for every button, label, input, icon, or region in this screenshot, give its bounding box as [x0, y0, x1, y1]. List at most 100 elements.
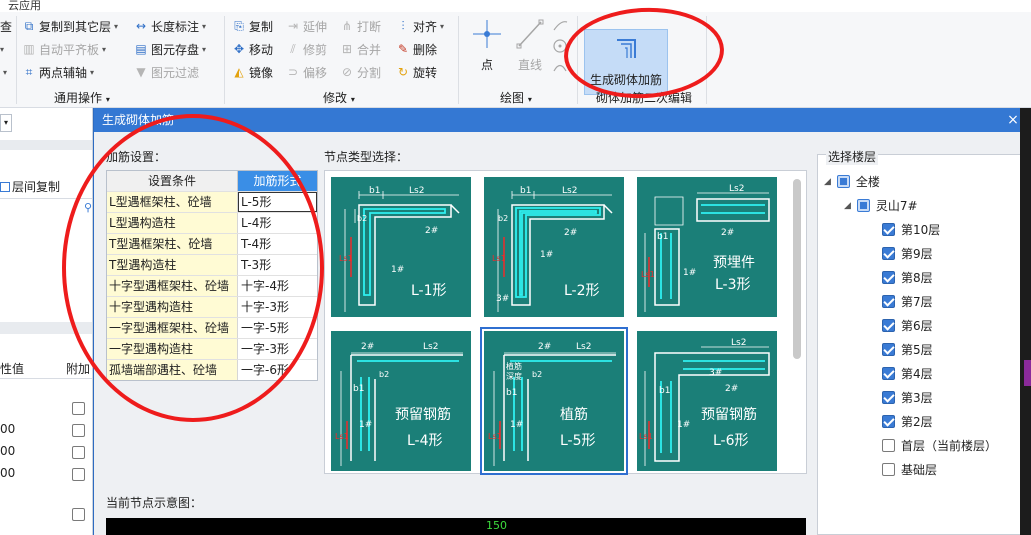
draw-point-button[interactable]: 点 [470, 18, 504, 73]
extend-button[interactable]: ⇥ 延伸 [286, 17, 327, 35]
group-modify-label[interactable]: 修改 ▾ [323, 89, 355, 106]
floor-checkbox[interactable] [882, 415, 895, 428]
node-card-l3[interactable]: Ls2 b1 2# 1# Ls1 预埋件 L-3形 [637, 177, 777, 317]
floor-checkbox[interactable] [882, 367, 895, 380]
node-card-l6[interactable]: Ls2 3# 2# b1 1# Ls1 预留钢筋 L-6形 [637, 331, 777, 471]
merge-button[interactable]: ⊞ 合并 [340, 40, 381, 58]
offset-label: 偏移 [303, 65, 328, 80]
close-icon[interactable]: × [1005, 108, 1021, 132]
collapse-icon[interactable]: ◢ [844, 201, 851, 211]
chevron-down-icon: ▾ [114, 21, 119, 31]
copy-button[interactable]: ⎘ 复制 [232, 17, 273, 35]
node-card-l5[interactable]: 2# Ls2 植筋 深度 b2 b1 1# Ls1 植筋 L-5形 [480, 327, 628, 475]
group-general-label[interactable]: 通用操作 ▾ [54, 89, 110, 106]
two-point-axis-button[interactable]: ⌗ 两点辅轴 ▾ [22, 63, 94, 81]
tag-ls2: Ls2 [562, 186, 577, 196]
two-point-axis-icon: ⌗ [25, 65, 33, 79]
node-preview-canvas: 150 [106, 518, 806, 535]
attr-value-cell: 00 [0, 466, 16, 480]
floor-checkbox[interactable] [882, 271, 895, 284]
auto-align-button[interactable]: ▥ 自动平齐板 ▾ [22, 40, 106, 58]
attr-checkbox[interactable] [72, 424, 85, 437]
ribbon-divider [16, 16, 17, 104]
ribbon-cut-button-3[interactable]: ▾ [3, 63, 7, 81]
length-dim-button[interactable]: ↔ 长度标注 ▾ [134, 17, 206, 35]
floor-item[interactable]: 第6层 [882, 317, 933, 334]
floor-label: 基础层 [901, 463, 938, 477]
length-dim-label: 长度标注 [151, 19, 200, 34]
chevron-down-icon: ▾ [0, 44, 5, 54]
ribbon-toolbar: 查 ▾ ▾ ⧉ 复制到其它层 ▾ ▥ 自动平齐板 ▾ ⌗ 两点辅轴 ▾ ↔ 长度… [0, 12, 1031, 108]
tree-root[interactable]: ◢ 全楼 [824, 173, 880, 190]
floor-item[interactable]: 第4层 [882, 365, 933, 382]
floor-checkbox[interactable] [882, 247, 895, 260]
filter-icon: ▼ [136, 65, 146, 79]
floor-checkbox[interactable] [882, 223, 895, 236]
floor-item[interactable]: 首层（当前楼层） [882, 437, 997, 454]
floor-item[interactable]: 第3层 [882, 389, 933, 406]
tag-1: 1# [359, 420, 372, 430]
rotate-button[interactable]: ↻ 旋转 [396, 63, 437, 81]
floor-item[interactable]: 第7层 [882, 293, 933, 310]
floor-item[interactable]: 第9层 [882, 245, 933, 262]
trim-button[interactable]: ⫽ 修剪 [286, 40, 327, 58]
node-extra: 预留钢筋 [395, 406, 451, 423]
tag-2: 2# [425, 226, 438, 236]
node-card-l2[interactable]: b1 Ls2 b2 2# 1# 3# Ls1 L-2形 [484, 177, 624, 317]
ribbon-cut-button-2[interactable]: ▾ [0, 40, 4, 58]
save-element-button[interactable]: ▤ 图元存盘 ▾ [134, 40, 206, 58]
tag-3: 3# [709, 368, 722, 378]
tag-b2: b2 [498, 214, 508, 223]
floor-label: 第6层 [901, 319, 933, 333]
attr-checkbox[interactable] [72, 402, 85, 415]
tag-depth: 深度 [506, 371, 522, 381]
break-icon: ⋔ [341, 19, 353, 33]
node-grid-scrollbar[interactable] [793, 179, 801, 359]
layer-copy-label: 层间复制 [12, 180, 61, 194]
align-button[interactable]: ⫶ 对齐 ▾ [396, 17, 444, 35]
chevron-down-icon: ▾ [3, 67, 8, 77]
floor-item[interactable]: 第10层 [882, 221, 940, 238]
floor-checkbox[interactable] [882, 463, 895, 476]
filter-button[interactable]: ▼ 图元过滤 [134, 63, 199, 81]
floor-checkbox[interactable] [882, 439, 895, 452]
tag-ls1: Ls1 [339, 254, 353, 263]
delete-button[interactable]: ✎ 删除 [396, 40, 437, 58]
floor-checkbox[interactable] [882, 391, 895, 404]
move-button[interactable]: ✥ 移动 [232, 40, 273, 58]
floor-label: 第2层 [901, 415, 933, 429]
merge-icon: ⊞ [341, 42, 353, 56]
tree-building[interactable]: ◢ 灵山7# [844, 197, 918, 214]
copy-to-layer-button[interactable]: ⧉ 复制到其它层 ▾ [22, 17, 118, 35]
tree-building-label: 灵山7# [875, 199, 918, 213]
layer-copy-button[interactable]: 层间复制 [0, 178, 60, 195]
floor-checkbox[interactable] [882, 319, 895, 332]
split-button[interactable]: ⊘ 分割 [340, 63, 381, 81]
query-button[interactable]: 查 [0, 17, 12, 35]
floor-item[interactable]: 第5层 [882, 341, 933, 358]
floor-checkbox[interactable] [882, 295, 895, 308]
attr-value-cell: 00 [0, 444, 16, 458]
floor-item[interactable]: 基础层 [882, 461, 937, 478]
collapse-icon[interactable]: ◢ [824, 177, 831, 187]
attr-checkbox[interactable] [72, 508, 85, 521]
chevron-down-icon: ▾ [527, 95, 532, 104]
floor-item[interactable]: 第2层 [882, 413, 933, 430]
attr-checkbox[interactable] [72, 446, 85, 459]
group-draw-label[interactable]: 绘图 ▾ [500, 89, 532, 106]
node-card-l4[interactable]: 2# Ls2 b2 b1 1# Ls1 预留钢筋 L-4形 [331, 331, 471, 471]
tree-building-checkbox[interactable] [856, 199, 870, 212]
node-type-grid: b1 Ls2 b2 2# 1# Ls1 L-1形 b1 Ls2 b2 2# 1#… [324, 170, 807, 475]
draw-line-button[interactable]: 直线 [512, 18, 548, 73]
tree-root-checkbox[interactable] [836, 175, 850, 188]
floor-checkbox[interactable] [882, 343, 895, 356]
node-card-l1[interactable]: b1 Ls2 b2 2# 1# Ls1 L-1形 [331, 177, 471, 317]
floor-item[interactable]: 第8层 [882, 269, 933, 286]
break-button[interactable]: ⋔ 打断 [340, 17, 381, 35]
panel-dropdown[interactable]: ▾ [0, 114, 12, 132]
background-canvas-marker [1024, 360, 1031, 386]
tag-1: 1# [540, 250, 553, 260]
mirror-button[interactable]: ◭ 镜像 [232, 63, 273, 81]
offset-button[interactable]: ⊃ 偏移 [286, 63, 327, 81]
attr-checkbox[interactable] [72, 468, 85, 481]
